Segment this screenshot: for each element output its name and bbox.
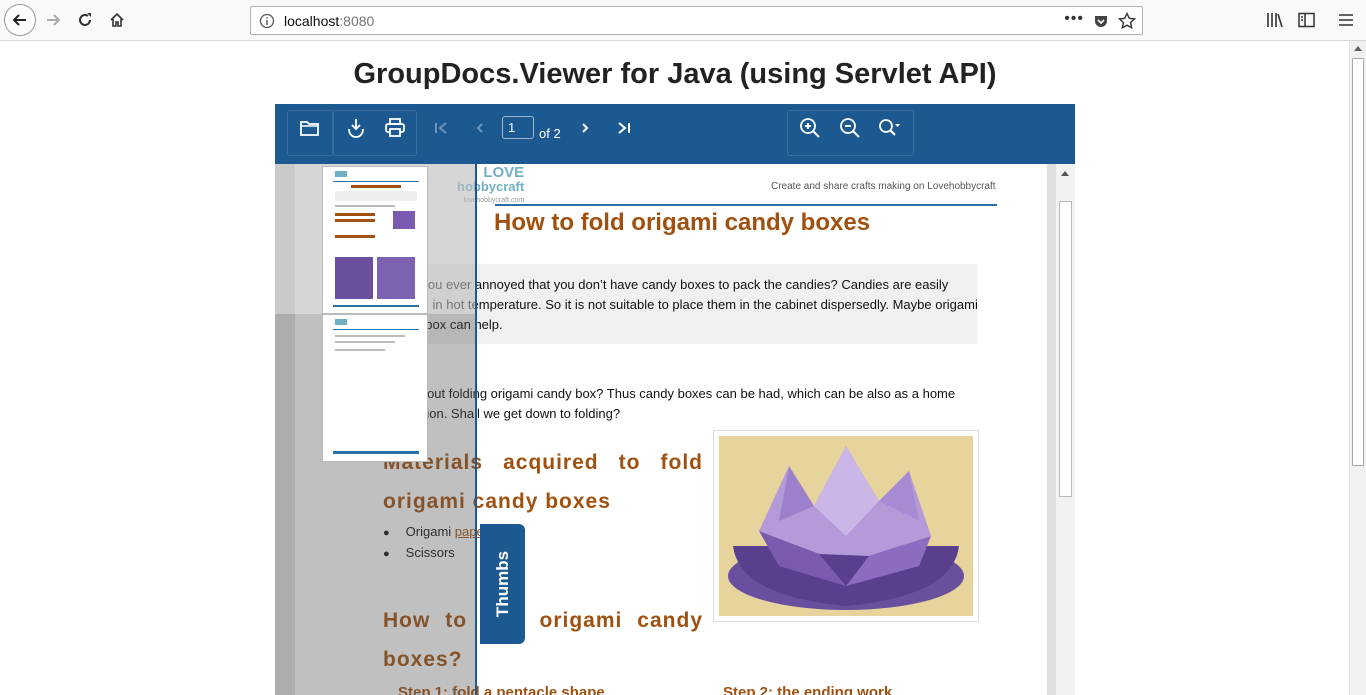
- page-number-input[interactable]: [502, 116, 534, 139]
- thumbnails-panel: [275, 164, 477, 695]
- page-title: GroupDocs.Viewer for Java (using Servlet…: [353, 58, 997, 90]
- sidebar-icon[interactable]: [1298, 12, 1316, 28]
- zoom-in-button[interactable]: [796, 114, 824, 142]
- page-scrollbar-thumb[interactable]: [1352, 58, 1364, 466]
- folder-icon: [300, 121, 319, 136]
- candy-box-illustration: [719, 436, 973, 616]
- library-icon[interactable]: [1266, 12, 1284, 28]
- page-scrollbar[interactable]: [1349, 41, 1366, 695]
- arrow-left-icon: [12, 14, 26, 26]
- zoom-out-button[interactable]: [836, 114, 864, 142]
- home-button[interactable]: [102, 5, 132, 35]
- browser-toolbar: localhost:8080 •••: [0, 0, 1366, 41]
- zoom-options-button[interactable]: [875, 114, 903, 142]
- thumbs-toggle-label: Thumbs: [492, 550, 512, 618]
- viewer-toolbar: of 2: [275, 104, 1075, 164]
- download-button[interactable]: [342, 114, 370, 142]
- first-page-icon: [435, 122, 447, 134]
- thumbs-toggle-button[interactable]: Thumbs: [480, 524, 525, 644]
- arrow-right-icon: [47, 14, 61, 26]
- document-heading: How to fold origami candy boxes: [494, 209, 871, 236]
- thumbnail-page-2-preview: [333, 319, 419, 454]
- last-page-button[interactable]: [610, 114, 638, 142]
- home-icon: [110, 12, 124, 27]
- header-divider: [495, 204, 997, 206]
- scroll-up-arrow-icon[interactable]: [1354, 46, 1362, 51]
- chevron-left-icon: [476, 123, 483, 133]
- intro-text: Were you ever annoyed that you don’t hav…: [387, 277, 978, 332]
- thumbnail-page-1[interactable]: [322, 166, 428, 314]
- print-icon: [385, 118, 405, 137]
- address-bar[interactable]: localhost:8080 •••: [250, 6, 1143, 35]
- chevron-right-icon: [582, 123, 589, 133]
- document-scrollbar[interactable]: [1056, 164, 1075, 695]
- thumbnail-page-1-preview: [333, 171, 419, 307]
- scroll-up-arrow-icon[interactable]: [1061, 171, 1069, 176]
- last-page-icon: [618, 122, 630, 134]
- url-port: :8080: [339, 13, 375, 29]
- next-page-button[interactable]: [571, 114, 599, 142]
- previous-page-button[interactable]: [466, 114, 494, 142]
- print-button[interactable]: [381, 114, 409, 142]
- pocket-icon[interactable]: [1093, 13, 1109, 29]
- download-hand-icon: [348, 119, 364, 138]
- zoom-dropdown-icon: [879, 119, 900, 136]
- intro-paragraph: How about folding origami candy box? Thu…: [383, 386, 956, 421]
- open-file-button[interactable]: [296, 114, 324, 142]
- document-viewer: of 2 ca LOVE hobbycraft lovehobbycraft.c…: [275, 104, 1075, 695]
- document-area[interactable]: ca LOVE hobbycraft lovehobbycraft.com Cr…: [275, 164, 1075, 695]
- zoom-in-icon: [800, 118, 820, 138]
- forward-button[interactable]: [38, 5, 68, 35]
- bookmark-star-icon[interactable]: [1118, 12, 1136, 30]
- hamburger-menu-icon[interactable]: [1338, 12, 1354, 28]
- info-icon[interactable]: [259, 13, 275, 29]
- reload-button[interactable]: [70, 5, 100, 35]
- step-2-heading: Step 2: the ending work: [723, 684, 893, 695]
- thumbnail-page-2[interactable]: [322, 314, 428, 462]
- reload-icon: [79, 13, 91, 26]
- page-count-label: of 2: [539, 126, 561, 141]
- zoom-out-icon: [840, 118, 860, 138]
- back-button[interactable]: [4, 4, 36, 36]
- document-scrollbar-thumb[interactable]: [1059, 201, 1072, 497]
- page-actions-icon[interactable]: •••: [1064, 10, 1084, 28]
- candy-box-photo: [719, 436, 973, 616]
- url-host: localhost: [284, 13, 340, 29]
- url-text[interactable]: localhost:8080: [284, 13, 374, 29]
- header-tagline: Create and share crafts making on Loveho…: [771, 181, 996, 192]
- first-page-button[interactable]: [427, 114, 455, 142]
